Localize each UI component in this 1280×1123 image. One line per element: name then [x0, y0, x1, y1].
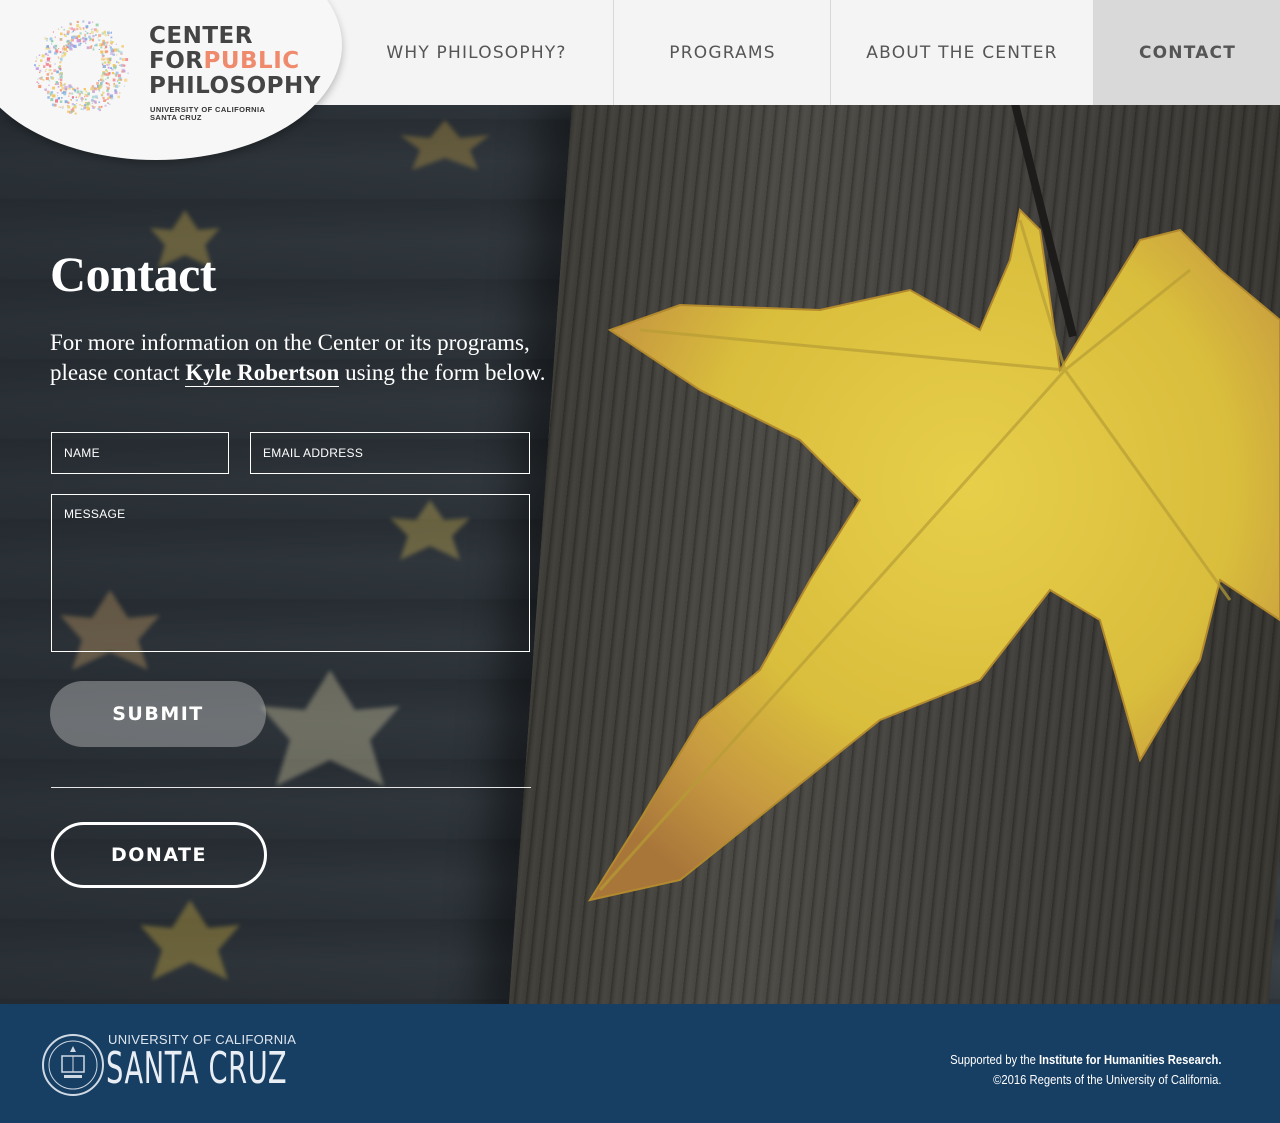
nav-item-contact[interactable]: CONTACT — [1093, 0, 1280, 105]
copyright-text: ©2016 Regents of the University of Calif… — [993, 1073, 1222, 1087]
ihr-link[interactable]: Institute for Humanities Research. — [1039, 1053, 1222, 1067]
site-footer: UNIVERSITY OF CALIFORNIA SANTA CRUZ Supp… — [0, 1004, 1280, 1123]
nav-item-label: CONTACT — [1138, 42, 1237, 63]
submit-button[interactable]: SUBMIT — [50, 681, 266, 747]
page-title: Contact — [50, 246, 216, 302]
footer-credits: Supported by the Institute for Humanitie… — [951, 1050, 1222, 1090]
site-logo[interactable]: CENTER FORPUBLIC PHILOSOPHY UNIVERSITY O… — [24, 10, 320, 130]
nav-item-label: WHY PHILOSOPHY? — [386, 42, 567, 63]
nav-item-programs[interactable]: PROGRAMS — [613, 0, 831, 105]
main-nav: WHY PHILOSOPHY? PROGRAMS ABOUT THE CENTE… — [340, 0, 1280, 105]
uc-seal-icon — [42, 1034, 104, 1096]
logo-word-public: PUBLIC — [203, 48, 300, 74]
background-leaf-6 — [400, 120, 490, 170]
supported-by-line: Supported by the Institute for Humanitie… — [951, 1050, 1222, 1070]
email-input[interactable] — [250, 432, 530, 474]
supported-by-text: Supported by the — [950, 1053, 1040, 1067]
name-input[interactable] — [51, 432, 229, 474]
intro-text-after: using the form below. — [339, 360, 546, 385]
background-leaf-2 — [260, 670, 400, 786]
nav-item-about-the-center[interactable]: ABOUT THE CENTER — [830, 0, 1093, 105]
ucsc-logo-main-text: SANTA CRUZ — [106, 1043, 288, 1094]
logo-sub-campus: SANTA CRUZ — [150, 113, 202, 122]
logo-wordmark: CENTER FORPUBLIC PHILOSOPHY — [149, 24, 321, 99]
message-textarea[interactable] — [51, 494, 530, 652]
nav-item-label: ABOUT THE CENTER — [866, 42, 1058, 63]
donate-button[interactable]: DONATE — [51, 822, 267, 888]
dotted-ring-logo-icon — [34, 20, 129, 115]
logo-word-for: FOR — [149, 48, 204, 74]
intro-text: For more information on the Center or it… — [50, 328, 550, 388]
ihr-link-label: Institute for Humanities Research. — [1039, 1053, 1222, 1067]
logo-line-center: CENTER — [149, 23, 253, 49]
logo-line-for-public: FORPUBLIC — [149, 49, 321, 74]
yellow-leaf-image — [587, 207, 1280, 902]
nav-item-why-philosophy[interactable]: WHY PHILOSOPHY? — [340, 0, 613, 105]
contact-person-link[interactable]: Kyle Robertson — [185, 360, 340, 387]
section-divider — [51, 787, 531, 788]
logo-line-philosophy: PHILOSOPHY — [149, 73, 321, 99]
logo-subtitle: UNIVERSITY OF CALIFORNIA SANTA CRUZ — [150, 106, 265, 122]
background-leaf-5 — [140, 900, 240, 980]
nav-item-label: PROGRAMS — [669, 42, 776, 63]
